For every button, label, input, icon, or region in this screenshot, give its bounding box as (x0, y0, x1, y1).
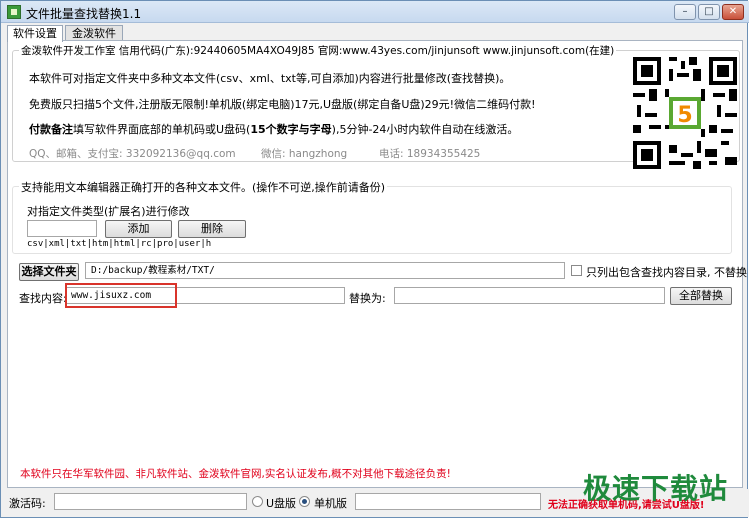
window-title: 文件批量查找替换1.1 (26, 7, 142, 21)
payment-note-text: 填写软件界面底部的单机码或U盘码( (73, 123, 251, 136)
find-input-highlight (65, 283, 177, 308)
contact-phone: 电话: 18934355425 (379, 148, 481, 160)
filetype-input[interactable] (27, 220, 97, 237)
filetypes-label: 对指定文件类型(扩展名)进行修改 (27, 205, 190, 218)
minimize-button[interactable]: – (674, 4, 696, 20)
payment-note-bold: 15个数字与字母 (250, 123, 332, 136)
contact-wechat: 微信: hangzhong (261, 148, 348, 160)
select-folder-button[interactable]: 选择文件夹 (19, 263, 79, 281)
close-button[interactable]: ✕ (722, 4, 744, 20)
only-list-checkbox[interactable] (571, 265, 582, 276)
add-filetype-button[interactable]: 添加 (105, 220, 172, 238)
info-group: 金泼软件开发工作室 信用代码(广东):92440605MA4XO49J85 官网… (12, 43, 740, 169)
folder-path-field[interactable]: D:/backup/教程素材/TXT/ (85, 262, 565, 279)
find-label: 查找内容: (19, 292, 67, 305)
activation-label: 激活码: (9, 497, 46, 510)
single-version-label: 单机版 (314, 497, 347, 510)
svg-text:5: 5 (677, 103, 692, 128)
replace-input[interactable] (394, 287, 665, 304)
filetypes-group: 支持能用文本编辑器正确打开的各种文本文件。(操作不可逆,操作前请备份) 对指定文… (12, 179, 732, 254)
wechat-qr-code-icon: 5 (633, 57, 737, 169)
usb-version-label: U盘版 (266, 497, 297, 510)
activation-input[interactable] (54, 493, 247, 510)
payment-note-end: ),5分钟-24小时内软件自动在线激活。 (331, 123, 519, 136)
single-version-radio[interactable] (299, 496, 310, 507)
app-window: 文件批量查找替换1.1 – □ ✕ 软件设置 金泼软件 金泼软件开发工作室 信用… (0, 0, 749, 518)
tab-settings[interactable]: 软件设置 (7, 25, 63, 42)
only-list-label: 只列出包含查找内容目录, 不替换 (586, 266, 747, 279)
maximize-button[interactable]: □ (698, 4, 720, 20)
info-line-1: 本软件可对指定文件夹中多种文本文件(csv、xml、txt等,可自添加)内容进行… (29, 72, 511, 85)
filetypes-group-title: 支持能用文本编辑器正确打开的各种文本文件。(操作不可逆,操作前请备份) (19, 179, 388, 195)
info-line-3: 付款备注填写软件界面底部的单机码或U盘码(15个数字与字母),5分钟-24小时内… (29, 121, 518, 137)
site-watermark: 极速下载站 (583, 472, 729, 505)
payment-note-label: 付款备注 (29, 123, 73, 136)
app-icon (7, 5, 21, 19)
footer-notice: 本软件只在华军软件园、非凡软件站、金泼软件官网,实名认证发布,概不对其他下载途径… (20, 468, 451, 480)
replace-label: 替换为: (349, 292, 386, 305)
info-group-title: 金泼软件开发工作室 信用代码(广东):92440605MA4XO49J85 官网… (19, 43, 617, 58)
tab-jinpo-software[interactable]: 金泼软件 (65, 25, 123, 41)
delete-filetype-button[interactable]: 删除 (178, 220, 246, 238)
machine-code-field (355, 493, 541, 510)
contact-qq: QQ、邮箱、支付宝: 332092136@qq.com (29, 148, 236, 160)
filetype-list: csv|xml|txt|htm|html|rc|pro|user|h (27, 239, 212, 249)
settings-panel: 金泼软件开发工作室 信用代码(广东):92440605MA4XO49J85 官网… (7, 40, 747, 488)
replace-all-button[interactable]: 全部替换 (670, 287, 732, 305)
info-line-2: 免费版只扫描5个文件,注册版无限制!单机版(绑定电脑)17元,U盘版(绑定自备U… (29, 98, 536, 111)
title-bar: 文件批量查找替换1.1 – □ ✕ (1, 1, 749, 23)
usb-version-radio[interactable] (252, 496, 263, 507)
